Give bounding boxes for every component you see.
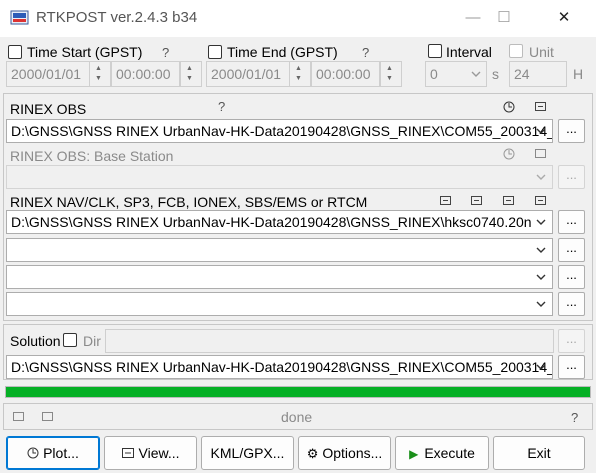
exit-button-label: Exit	[527, 445, 551, 461]
interval-value: 0	[430, 66, 438, 82]
view-nav3-icon[interactable]	[503, 196, 514, 205]
title-bar: RTKPOST ver.2.4.3 b34 — ☐ ✕	[0, 0, 596, 37]
execute-button[interactable]: ▶ Execute	[395, 436, 489, 470]
rinex-obs-browse-button[interactable]: ...	[558, 119, 585, 143]
status-help[interactable]: ?	[571, 410, 578, 425]
rinex-obs-help[interactable]: ?	[218, 99, 225, 114]
time-end-date-field[interactable]: 2000/01/01	[206, 61, 290, 87]
rinex-nav-browse-button-4[interactable]: ...	[558, 292, 585, 316]
unit-suffix: H	[573, 66, 584, 82]
rinex-nav-browse-button-3[interactable]: ...	[558, 265, 585, 289]
status-text: done	[281, 409, 313, 425]
interval-label: Interval	[446, 44, 492, 60]
time-end-time-stepper[interactable]: ▲ ▼	[380, 61, 402, 87]
time-end-help[interactable]: ?	[362, 45, 369, 60]
rinex-base-browse-button[interactable]: ...	[558, 165, 585, 189]
unit-checkbox[interactable]	[509, 44, 523, 58]
exit-button[interactable]: Exit	[493, 436, 585, 470]
solution-dir-field[interactable]	[105, 329, 554, 353]
play-icon: ▶	[409, 447, 419, 461]
solution-dir-label: Dir	[83, 333, 101, 349]
solution-path: D:\GNSS\GNSS RINEX UrbanNav-HK-Data20190…	[11, 359, 553, 375]
kml-button-label: KML/GPX...	[210, 445, 285, 461]
solution-browse-button[interactable]: ...	[558, 355, 585, 379]
rinex-obs-label: RINEX OBS	[10, 101, 87, 117]
progress-bar	[5, 386, 591, 398]
unit-label: Unit	[529, 44, 554, 60]
chevron-down-icon	[471, 71, 481, 77]
chevron-down-icon	[536, 247, 546, 253]
time-end-time-field[interactable]: 00:00:00	[311, 61, 380, 87]
solution-combo[interactable]: D:\GNSS\GNSS RINEX UrbanNav-HK-Data20190…	[6, 355, 553, 379]
solution-dir-browse-button[interactable]: ...	[558, 329, 585, 353]
chevron-down-icon	[536, 219, 546, 225]
plot-button[interactable]: Plot...	[6, 436, 100, 470]
execute-button-label: Execute	[424, 445, 475, 461]
chevron-down-icon	[536, 174, 546, 180]
kml-button[interactable]: KML/GPX...	[201, 436, 294, 470]
solution-dir-checkbox[interactable]	[63, 333, 77, 347]
view-base-icon[interactable]	[535, 149, 546, 158]
chevron-down-icon	[536, 274, 546, 280]
rinex-nav-combo-4[interactable]	[6, 292, 553, 316]
time-end-date-stepper[interactable]: ▲ ▼	[289, 61, 311, 87]
rinex-nav-browse-button-1[interactable]: ...	[558, 210, 585, 234]
maximize-icon[interactable]: ☐	[489, 6, 519, 30]
time-start-date-field[interactable]: 2000/01/01	[6, 61, 90, 87]
rinex-nav-browse-button-2[interactable]: ...	[558, 238, 585, 262]
rinex-nav-combo-1[interactable]: D:\GNSS\GNSS RINEX UrbanNav-HK-Data20190…	[6, 210, 553, 234]
view-obs-icon[interactable]	[535, 102, 546, 111]
plot-button-label: Plot...	[43, 445, 79, 461]
time-start-help[interactable]: ?	[162, 45, 169, 60]
minimize-icon[interactable]: —	[458, 6, 488, 30]
rinex-base-combo[interactable]	[6, 165, 553, 189]
rinex-obs-path: D:\GNSS\GNSS RINEX UrbanNav-HK-Data20190…	[11, 123, 553, 139]
view-nav1-icon[interactable]	[440, 196, 451, 205]
interval-select[interactable]: 0	[425, 61, 487, 87]
time-start-time-field[interactable]: 00:00:00	[111, 61, 180, 87]
time-end-label: Time End (GPST)	[227, 44, 338, 60]
plot-base-icon[interactable]	[503, 148, 515, 160]
window-title: RTKPOST ver.2.4.3 b34	[36, 9, 198, 26]
time-start-date-stepper[interactable]: ▲ ▼	[89, 61, 111, 87]
plot-obs-icon[interactable]	[503, 101, 515, 113]
app-icon	[10, 10, 29, 25]
view-icon	[121, 448, 134, 458]
chevron-down-icon	[536, 128, 546, 134]
interval-checkbox[interactable]	[428, 44, 442, 58]
close-icon[interactable]: ✕	[549, 6, 579, 30]
view-nav2-icon[interactable]	[471, 196, 482, 205]
interval-unit: s	[492, 66, 499, 82]
time-start-checkbox[interactable]	[8, 45, 22, 59]
rinex-nav-combo-3[interactable]	[6, 265, 553, 289]
view-button[interactable]: View...	[104, 436, 197, 470]
rinex-base-label: RINEX OBS: Base Station	[10, 148, 174, 164]
status-icon-1[interactable]	[13, 412, 24, 421]
rinex-nav-combo-2[interactable]	[6, 238, 553, 262]
time-start-time-stepper[interactable]: ▲ ▼	[180, 61, 202, 87]
rinex-obs-combo[interactable]: D:\GNSS\GNSS RINEX UrbanNav-HK-Data20190…	[6, 119, 553, 143]
time-start-label: Time Start (GPST)	[27, 44, 143, 60]
rinex-nav-path-1: D:\GNSS\GNSS RINEX UrbanNav-HK-Data20190…	[11, 214, 532, 230]
unit-field[interactable]: 24	[509, 61, 567, 87]
plot-icon	[27, 447, 39, 459]
rinex-nav-label: RINEX NAV/CLK, SP3, FCB, IONEX, SBS/EMS …	[10, 194, 368, 210]
progress-fill	[6, 387, 590, 397]
options-button[interactable]: ⚙ Options...	[298, 436, 391, 470]
view-nav4-icon[interactable]	[535, 196, 546, 205]
options-button-label: Options...	[322, 445, 383, 461]
status-icon-2[interactable]	[42, 412, 53, 421]
gear-icon: ⚙	[306, 446, 319, 461]
chevron-down-icon	[536, 364, 546, 370]
solution-label: Solution	[10, 333, 61, 349]
time-end-checkbox[interactable]	[208, 45, 222, 59]
chevron-down-icon	[536, 301, 546, 307]
view-button-label: View...	[138, 445, 180, 461]
